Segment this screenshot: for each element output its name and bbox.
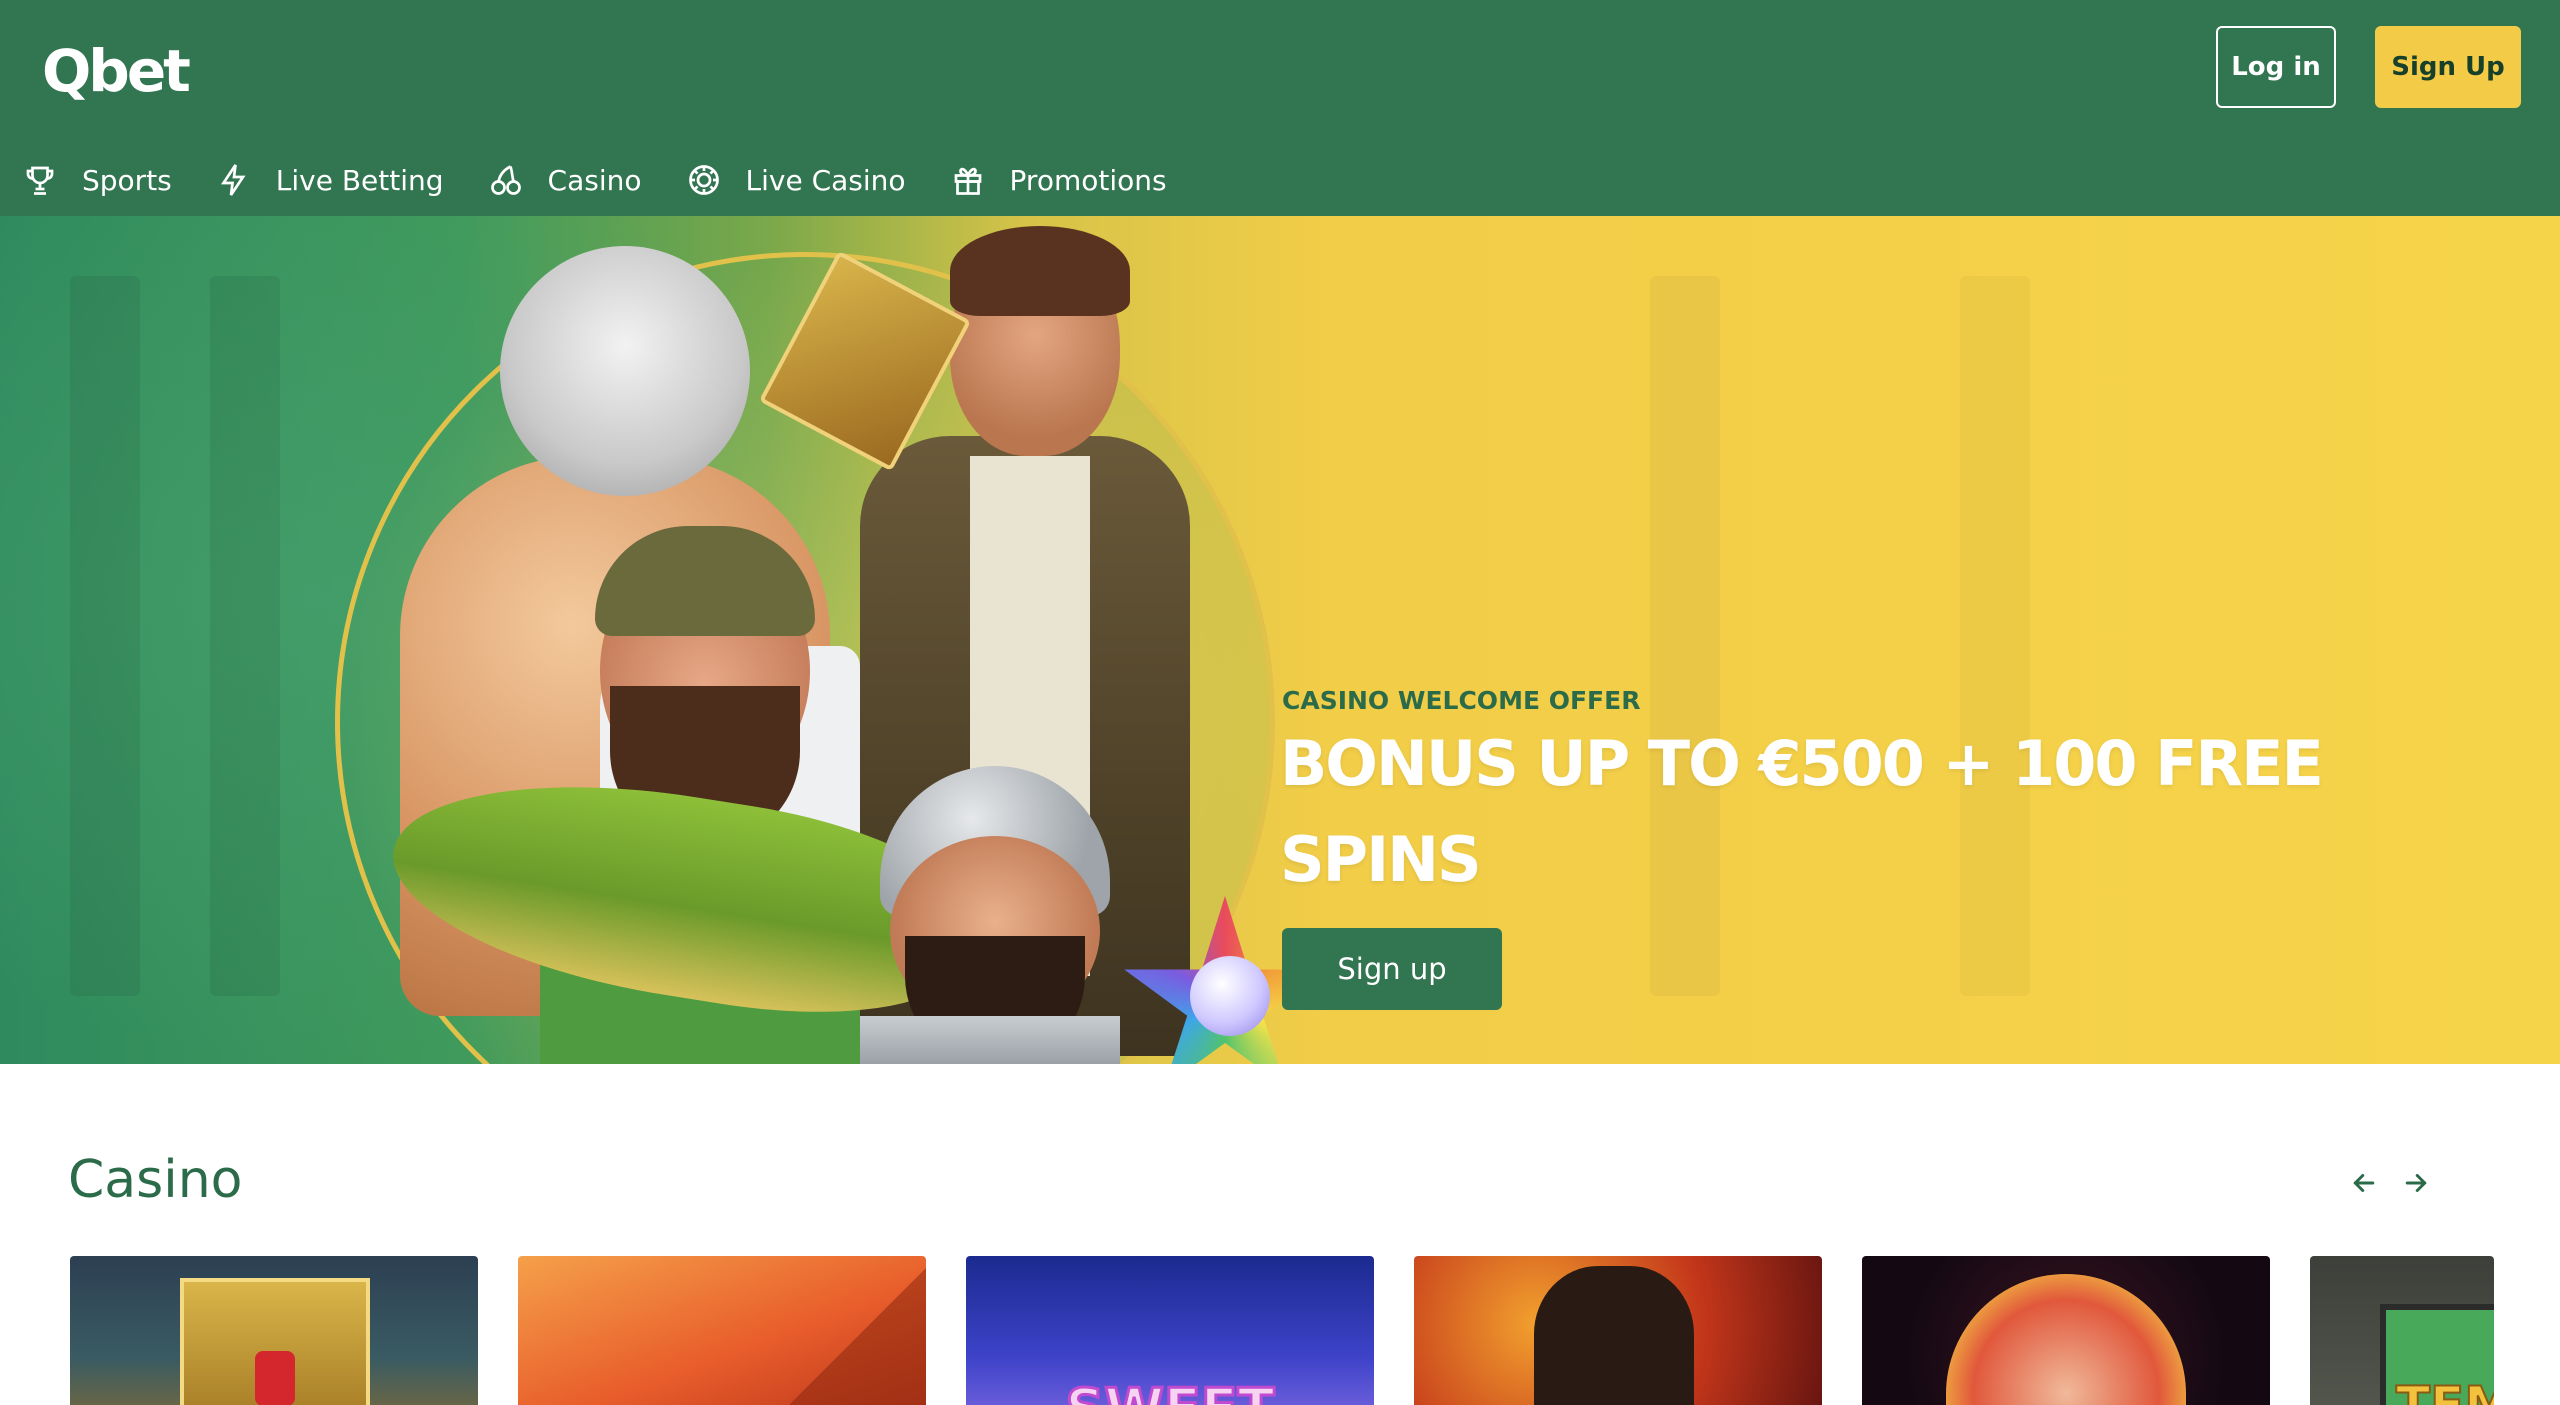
nav-item-live-casino[interactable]: Live Casino	[686, 150, 906, 210]
gift-icon	[954, 167, 981, 195]
qbet-logo[interactable]: Qbet	[42, 37, 191, 105]
cherries-icon	[490, 165, 521, 195]
carousel-next-button[interactable]	[2396, 1163, 2436, 1203]
nav-item-casino[interactable]: Casino	[488, 150, 642, 210]
nav-item-sports[interactable]: Sports	[22, 150, 172, 210]
nav-label-promotions: Promotions	[1009, 163, 1167, 197]
arrow-right-icon	[2405, 1174, 2427, 1192]
casino-section-title: Casino	[68, 1150, 243, 1210]
gunslinger-art	[1534, 1266, 1694, 1405]
game-tile[interactable]: TEM	[2310, 1256, 2494, 1405]
nav-label-sports: Sports	[82, 163, 172, 197]
nav-item-live-betting[interactable]: Live Betting	[216, 150, 444, 210]
nav-label-casino: Casino	[547, 163, 642, 197]
explorer-hair	[950, 226, 1130, 316]
nav-item-promotions[interactable]: Promotions	[950, 150, 1167, 210]
game-tile[interactable]	[1862, 1256, 2270, 1405]
carousel-prev-button[interactable]	[2344, 1163, 2384, 1203]
game-tile-label: SWEET	[966, 1376, 1374, 1405]
conquistador-armor	[860, 1016, 1120, 1064]
crystal-orb	[1190, 956, 1270, 1036]
roulette-chip-icon	[688, 165, 719, 195]
temple-pillar	[210, 276, 280, 996]
main-nav: Sports Live Betting Casino Live Casino P…	[0, 150, 1211, 210]
hero-banner[interactable]: CASINO WELCOME OFFER BONUS UP TO €500 + …	[0, 216, 2560, 1064]
lightning-icon	[220, 164, 246, 196]
game-tile[interactable]: SWEET	[966, 1256, 1374, 1405]
hero-kicker: CASINO WELCOME OFFER	[1282, 686, 1641, 715]
site-header: Qbet Log in Sign Up Sports Live Betting …	[0, 0, 2560, 216]
jester-art	[1946, 1274, 2186, 1405]
pyramid-art	[768, 1266, 926, 1405]
hero-title: BONUS UP TO €500 + 100 FREE SPINS	[1280, 727, 2324, 896]
red-gem-art	[255, 1351, 295, 1405]
arrow-left-icon	[2353, 1174, 2375, 1192]
nav-label-live-betting: Live Betting	[275, 163, 444, 197]
casino-game-carousel: SWEET TEM	[70, 1256, 2494, 1405]
temple-pillar	[70, 276, 140, 996]
login-button[interactable]: Log in	[2216, 26, 2336, 108]
hero-signup-button[interactable]: Sign up	[1282, 928, 1502, 1010]
zeus-head	[500, 246, 750, 496]
game-tile-label: TEM	[2395, 1375, 2494, 1405]
trophy-icon	[26, 166, 54, 195]
game-tile[interactable]	[70, 1256, 478, 1405]
game-tile[interactable]	[518, 1256, 926, 1405]
nav-label-live-casino: Live Casino	[745, 163, 906, 197]
signup-button[interactable]: Sign Up	[2375, 26, 2521, 108]
game-tile[interactable]	[1414, 1256, 1822, 1405]
